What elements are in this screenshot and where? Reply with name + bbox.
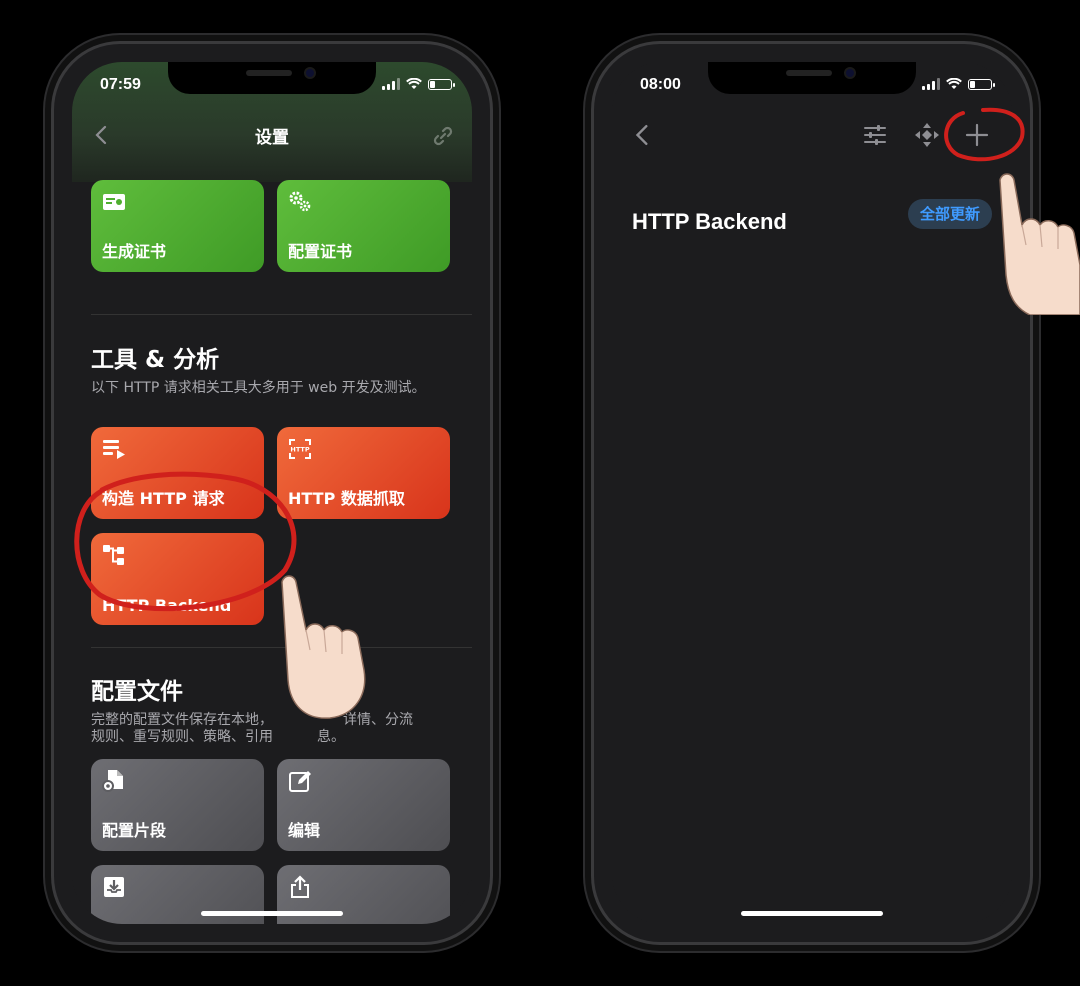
profile-edit-tile[interactable]: 编辑 [277, 759, 450, 851]
section-title-tools: 工具 & 分析 [91, 347, 220, 373]
tile-label: 导出 [288, 923, 439, 924]
tile-label: HTTP 数据抓取 [288, 489, 405, 508]
section-divider [91, 314, 472, 315]
home-indicator [201, 911, 343, 916]
tile-label: 构造 HTTP 请求 [102, 489, 225, 508]
tile-label: 导入 [102, 923, 253, 924]
http-backend-tile[interactable]: HTTP Backend [91, 533, 264, 625]
add-icon[interactable] [964, 122, 990, 148]
sliders-icon[interactable] [862, 122, 888, 148]
status-time: 08:00 [640, 76, 681, 93]
import-icon [104, 877, 124, 897]
backend-tree-icon [103, 545, 124, 565]
export-icon [291, 875, 309, 898]
section-title-profiles: 配置文件 [91, 679, 183, 705]
section-desc-profiles: 完整的配置文件保存在本地， 详情、分流 规则、重写规则、策略、引用 息。 [91, 712, 451, 746]
desc-text: 详情、分流 [343, 712, 413, 728]
battery-icon [968, 78, 995, 90]
desc-text: 规则、重写规则、策略、引用 [91, 729, 273, 745]
left-phone: 07:59 设置 生成证书 配置证书 工具 & 分析 以下 HTTP 请求相关工… [54, 44, 490, 942]
desc-text: 息。 [317, 729, 345, 745]
settings-content: 生成证书 配置证书 工具 & 分析 以下 HTTP 请求相关工具大多用于 web… [72, 180, 472, 924]
tile-label: 配置证书 [288, 242, 353, 261]
link-icon[interactable] [432, 125, 454, 147]
compose-http-request-tile[interactable]: 构造 HTTP 请求 [91, 427, 264, 519]
configure-cert-tile[interactable]: 配置证书 [277, 180, 450, 272]
certificate-icon [103, 194, 125, 210]
status-bar: 08:00 [612, 76, 1012, 100]
snippet-icon [102, 770, 123, 792]
right-screen: 08:00 HTTP Backend 全部更新 [612, 62, 1012, 924]
left-screen: 07:59 设置 生成证书 配置证书 工具 & 分析 以下 HTTP 请求相关工… [72, 62, 472, 924]
signal-icon [922, 78, 940, 90]
wifi-icon [406, 78, 422, 89]
update-all-button[interactable]: 全部更新 [907, 199, 992, 229]
status-bar: 07:59 [72, 76, 472, 100]
tile-label: 编辑 [288, 821, 321, 840]
move-arrows-icon[interactable] [914, 122, 940, 148]
nav-bar: 设置 [72, 112, 472, 158]
gears-icon [289, 191, 311, 212]
section-desc-tools: 以下 HTTP 请求相关工具大多用于 web 开发及测试。 [91, 380, 426, 396]
http-capture-tile[interactable]: HTTP HTTP 数据抓取 [277, 427, 450, 519]
nav-title: 设置 [255, 127, 289, 148]
right-phone: 08:00 HTTP Backend 全部更新 [594, 44, 1030, 942]
home-indicator [741, 911, 883, 916]
section-divider [91, 647, 472, 648]
tile-label: HTTP Backend [102, 596, 232, 615]
wifi-icon [946, 78, 962, 89]
tile-label: 配置片段 [102, 821, 167, 840]
tile-label: 生成证书 [102, 242, 167, 261]
svg-text:HTTP: HTTP [290, 446, 309, 454]
status-time: 07:59 [100, 76, 141, 93]
desc-text: 完整的配置文件保存在本地， [91, 712, 273, 728]
http-capture-icon: HTTP [289, 439, 311, 459]
back-chevron-icon[interactable] [92, 125, 112, 145]
edit-icon [289, 771, 311, 792]
back-chevron-icon[interactable] [632, 122, 654, 148]
compose-request-icon [103, 440, 125, 459]
battery-icon [428, 78, 455, 90]
generate-cert-tile[interactable]: 生成证书 [91, 180, 264, 272]
signal-icon [382, 78, 400, 90]
page-title: HTTP Backend [632, 209, 787, 234]
profile-snippet-tile[interactable]: 配置片段 [91, 759, 264, 851]
